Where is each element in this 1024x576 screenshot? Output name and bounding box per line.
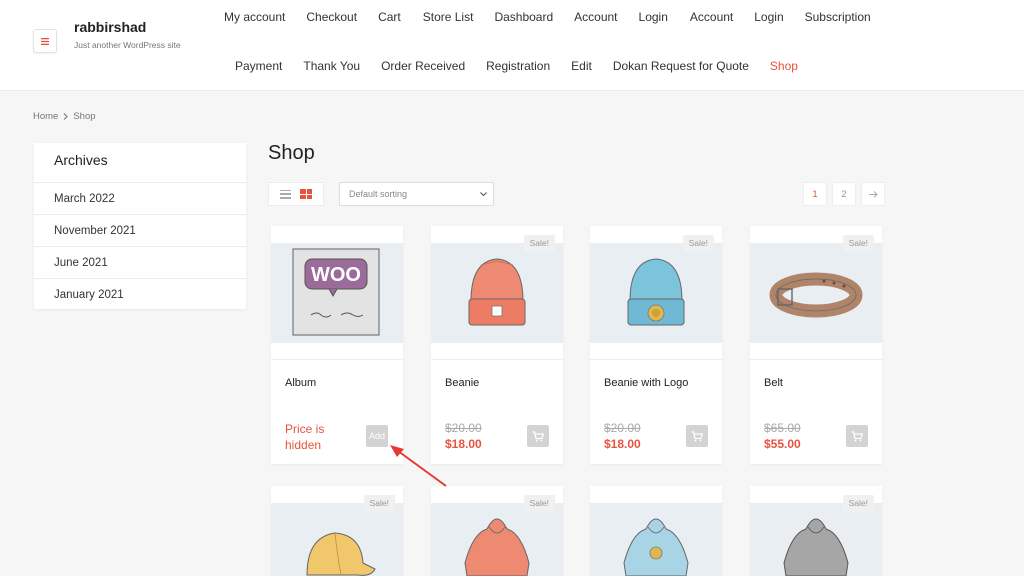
- svg-text:WOO: WOO: [311, 264, 361, 286]
- product-name[interactable]: Belt: [764, 377, 783, 389]
- sort-select-value: Default sorting: [349, 189, 408, 199]
- nav-item-account[interactable]: Account: [574, 10, 617, 24]
- regular-price: $65.00: [764, 421, 801, 435]
- sale-price: $18.00: [445, 437, 482, 451]
- nav-item-checkout[interactable]: Checkout: [306, 10, 357, 24]
- product-image-beanie-with-logo[interactable]: [590, 243, 722, 343]
- product-name[interactable]: Album: [285, 377, 316, 389]
- nav-item-store-list[interactable]: Store List: [423, 10, 474, 24]
- card-divider: [590, 359, 722, 360]
- primary-nav-row-1: My account Checkout Cart Store List Dash…: [224, 10, 871, 24]
- nav-item-order-received[interactable]: Order Received: [381, 59, 465, 73]
- nav-item-payment[interactable]: Payment: [235, 59, 282, 73]
- breadcrumb-home[interactable]: Home: [33, 111, 58, 122]
- nav-item-account-2[interactable]: Account: [690, 10, 733, 24]
- product-card-hoodie-blue[interactable]: [590, 486, 722, 576]
- nav-item-subscription[interactable]: Subscription: [805, 10, 871, 24]
- nav-item-shop[interactable]: Shop: [770, 59, 798, 73]
- archive-link-november-2021[interactable]: November 2021: [34, 214, 246, 246]
- nav-item-cart[interactable]: Cart: [378, 10, 401, 24]
- nav-item-dokan-request-for-quote[interactable]: Dokan Request for Quote: [613, 59, 749, 73]
- breadcrumb: Home Shop: [33, 111, 96, 122]
- sort-select[interactable]: Default sorting: [339, 182, 494, 206]
- view-toggle: [268, 182, 324, 206]
- sale-badge: Sale!: [523, 495, 555, 512]
- product-image-cap[interactable]: [271, 503, 403, 576]
- add-to-cart-button[interactable]: [686, 425, 708, 447]
- pagination-next[interactable]: [861, 182, 885, 206]
- product-image-hoodie-grey[interactable]: [750, 503, 882, 576]
- cart-icon: [532, 430, 544, 441]
- primary-nav-row-2: Payment Thank You Order Received Registr…: [235, 59, 798, 73]
- product-card-cap[interactable]: Sale!: [271, 486, 403, 576]
- regular-price: $20.00: [604, 421, 641, 435]
- nav-item-my-account[interactable]: My account: [224, 10, 285, 24]
- archives-widget: Archives March 2022 November 2021 June 2…: [34, 143, 246, 309]
- cart-icon: [851, 430, 863, 441]
- site-title[interactable]: rabbirshad: [74, 19, 146, 35]
- regular-price: $20.00: [445, 421, 482, 435]
- product-name[interactable]: Beanie: [445, 377, 479, 389]
- archive-link-january-2021[interactable]: January 2021: [34, 278, 246, 310]
- chevron-down-icon: [480, 183, 487, 213]
- sale-badge: Sale!: [523, 235, 555, 252]
- sale-badge: Sale!: [682, 235, 714, 252]
- pagination-page-2[interactable]: 2: [832, 182, 856, 206]
- sale-badge: Sale!: [842, 495, 874, 512]
- card-divider: [431, 359, 563, 360]
- sale-badge: Sale!: [363, 495, 395, 512]
- nav-item-dashboard[interactable]: Dashboard: [494, 10, 553, 24]
- nav-item-login-2[interactable]: Login: [754, 10, 783, 24]
- product-card-hoodie-pink[interactable]: Sale!: [431, 486, 563, 576]
- product-card-album[interactable]: WOO Album Price is hidden Add: [271, 226, 403, 464]
- add-to-cart-button[interactable]: [527, 425, 549, 447]
- card-divider: [271, 359, 403, 360]
- add-button[interactable]: Add: [366, 425, 388, 447]
- cart-icon: [691, 430, 703, 441]
- product-image-belt[interactable]: [750, 243, 882, 343]
- product-card-beanie[interactable]: Sale! Beanie $20.00 $18.00: [431, 226, 563, 464]
- grid-view-icon[interactable]: [300, 189, 313, 199]
- site-tagline: Just another WordPress site: [74, 40, 181, 50]
- hamburger-icon: [41, 37, 49, 45]
- card-divider: [750, 359, 882, 360]
- sale-badge: Sale!: [842, 235, 874, 252]
- nav-item-registration[interactable]: Registration: [486, 59, 550, 73]
- price-hidden-text: Price is hidden: [285, 422, 325, 452]
- chevron-right-icon: [63, 113, 69, 120]
- page-title: Shop: [268, 142, 315, 164]
- breadcrumb-current: Shop: [73, 111, 96, 122]
- product-card-hoodie-grey[interactable]: Sale!: [750, 486, 882, 576]
- sale-price: $18.00: [604, 437, 641, 451]
- nav-item-thank-you[interactable]: Thank You: [303, 59, 360, 73]
- nav-item-edit[interactable]: Edit: [571, 59, 592, 73]
- archive-link-march-2022[interactable]: March 2022: [34, 182, 246, 214]
- archive-link-june-2021[interactable]: June 2021: [34, 246, 246, 278]
- list-view-icon[interactable]: [279, 189, 291, 199]
- hamburger-menu-button[interactable]: [33, 29, 57, 53]
- product-card-belt[interactable]: Sale! Belt $65.00 $55.00: [750, 226, 882, 464]
- nav-item-login[interactable]: Login: [639, 10, 668, 24]
- product-image-album[interactable]: WOO: [271, 243, 403, 343]
- sale-price: $55.00: [764, 437, 801, 451]
- product-card-beanie-with-logo[interactable]: Sale! Beanie with Logo $20.00 $18.00: [590, 226, 722, 464]
- arrow-right-icon: [868, 190, 878, 198]
- add-to-cart-button[interactable]: [846, 425, 868, 447]
- product-image-hoodie-blue[interactable]: [590, 503, 722, 576]
- site-header: rabbirshad Just another WordPress site M…: [0, 0, 1024, 91]
- pagination-page-1[interactable]: 1: [803, 182, 827, 206]
- archives-title: Archives: [54, 152, 108, 168]
- product-image-hoodie-pink[interactable]: [431, 503, 563, 576]
- product-name[interactable]: Beanie with Logo: [604, 377, 688, 389]
- product-image-beanie[interactable]: [431, 243, 563, 343]
